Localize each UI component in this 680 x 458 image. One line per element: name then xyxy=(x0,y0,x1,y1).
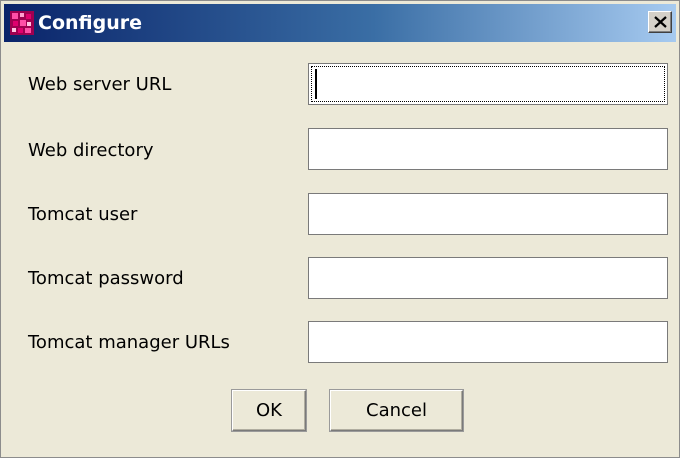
web-server-url-label: Web server URL xyxy=(28,74,172,95)
tomcat-manager-urls-label: Tomcat manager URLs xyxy=(28,332,230,353)
web-server-url-input[interactable] xyxy=(308,63,668,105)
web-directory-label: Web directory xyxy=(28,140,154,161)
web-directory-input[interactable] xyxy=(308,128,668,170)
tomcat-password-label: Tomcat password xyxy=(28,268,184,289)
ok-button[interactable]: OK xyxy=(232,390,306,431)
cancel-button[interactable]: Cancel xyxy=(330,390,463,431)
title-bar[interactable]: Configure xyxy=(4,4,676,42)
text-caret xyxy=(315,69,317,99)
close-icon xyxy=(654,16,667,28)
close-button[interactable] xyxy=(648,11,672,33)
configure-dialog: Configure Web server URL Web directory T… xyxy=(0,0,680,458)
app-icon xyxy=(10,11,34,35)
window-title: Configure xyxy=(38,12,142,34)
tomcat-user-label: Tomcat user xyxy=(28,204,138,225)
tomcat-password-input[interactable] xyxy=(308,257,668,299)
tomcat-manager-urls-input[interactable] xyxy=(308,321,668,363)
tomcat-user-input[interactable] xyxy=(308,193,668,235)
